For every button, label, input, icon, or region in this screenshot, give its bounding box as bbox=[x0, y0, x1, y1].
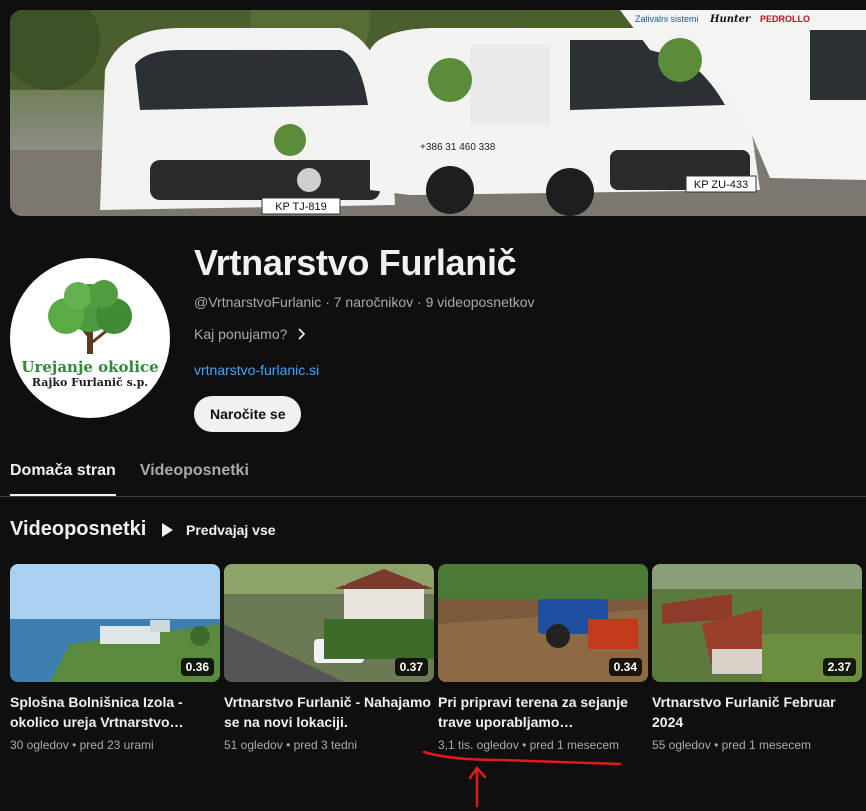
video-card[interactable]: 2.37 Vrtnarstvo Furlanič Februar 2024 55… bbox=[652, 564, 862, 752]
channel-banner: KP TJ-819 UREJANJE OKOLICE KP ZU-433 +38… bbox=[10, 10, 866, 216]
video-title[interactable]: Vrtnarstvo Furlanič - Nahajamo se na nov… bbox=[224, 692, 434, 732]
video-meta: 30 ogledov • pred 23 urami bbox=[10, 738, 220, 752]
video-views: 51 ogledov bbox=[224, 738, 283, 752]
video-meta: 51 ogledov • pred 3 tedni bbox=[224, 738, 434, 752]
video-title[interactable]: Splošna Bolnišnica Izola - okolico ureja… bbox=[10, 692, 220, 732]
tabs-divider bbox=[0, 496, 866, 497]
channel-description-link[interactable]: Kaj ponujamo? bbox=[194, 326, 309, 342]
meta-separator: • bbox=[714, 738, 722, 752]
video-card[interactable]: 0.36 Splošna Bolnišnica Izola - okolico … bbox=[10, 564, 220, 752]
video-thumbnail[interactable]: 2.37 bbox=[652, 564, 862, 682]
video-views: 55 ogledov bbox=[652, 738, 711, 752]
tree-logo-icon bbox=[48, 280, 132, 354]
channel-avatar[interactable]: Urejanje okolice Rajko Furlanič s.p. bbox=[10, 258, 170, 418]
brand-3: PEDROLLO bbox=[760, 14, 810, 24]
video-title[interactable]: Pri pripravi terena za sejanje trave upo… bbox=[438, 692, 648, 732]
meta-separator: • bbox=[72, 738, 80, 752]
play-icon bbox=[162, 523, 173, 537]
channel-handle: @VrtnarstvoFurlanic bbox=[194, 294, 322, 310]
section-title: Videoposnetki bbox=[10, 518, 147, 540]
banner-image: KP TJ-819 UREJANJE OKOLICE KP ZU-433 +38… bbox=[10, 10, 866, 216]
video-thumbnail[interactable]: 0.34 bbox=[438, 564, 648, 682]
video-duration: 2.37 bbox=[822, 658, 856, 676]
channel-meta: @VrtnarstvoFurlanic · 7 naročnikov · 9 v… bbox=[194, 294, 535, 310]
video-age: pred 1 mesecem bbox=[721, 738, 811, 752]
underline-mark bbox=[422, 750, 622, 766]
plate-1: KP TJ-819 bbox=[275, 201, 327, 213]
video-duration: 0.34 bbox=[608, 658, 642, 676]
channel-tabs: Domača stran Videoposnetki bbox=[10, 462, 249, 496]
tab-videos[interactable]: Videoposnetki bbox=[140, 462, 249, 496]
avatar-subtitle: Rajko Furlanič s.p. bbox=[31, 376, 149, 389]
channel-name: Vrtnarstvo Furlanič bbox=[194, 242, 517, 283]
meta-separator: • bbox=[286, 738, 294, 752]
plate-2: KP ZU-433 bbox=[694, 179, 748, 191]
meta-separator: • bbox=[522, 738, 530, 752]
arrow-head bbox=[468, 765, 487, 780]
video-thumbnail[interactable]: 0.37 bbox=[224, 564, 434, 682]
video-age: pred 23 urami bbox=[79, 738, 154, 752]
van-text-1: UREJANJE OKOLICE bbox=[230, 51, 316, 60]
video-thumbnail[interactable]: 0.36 bbox=[10, 564, 220, 682]
meta-separator: · bbox=[325, 294, 334, 310]
video-duration: 0.37 bbox=[394, 658, 428, 676]
video-meta: 3,1 tis. ogledov • pred 1 mesecem bbox=[438, 738, 648, 752]
video-duration: 0.36 bbox=[180, 658, 214, 676]
video-views: 30 ogledov bbox=[10, 738, 69, 752]
video-meta: 55 ogledov • pred 1 mesecem bbox=[652, 738, 862, 752]
brand-2: Hunter bbox=[709, 14, 751, 25]
brand-1: Zalivalni sistemi bbox=[635, 14, 699, 24]
video-title[interactable]: Vrtnarstvo Furlanič Februar 2024 bbox=[652, 692, 862, 732]
channel-website-link[interactable]: vrtnarstvo-furlanic.si bbox=[194, 362, 319, 378]
tab-home[interactable]: Domača stran bbox=[10, 462, 116, 496]
meta-separator: · bbox=[417, 294, 426, 310]
description-label: Kaj ponujamo? bbox=[194, 326, 288, 342]
video-age: pred 3 tedni bbox=[293, 738, 357, 752]
play-all-label: Predvajaj vse bbox=[186, 522, 276, 538]
van-text-2: +386 31 460 338 bbox=[420, 142, 496, 153]
video-views: 3,1 tis. ogledov bbox=[438, 738, 519, 752]
avatar-title: Urejanje okolice bbox=[21, 358, 159, 376]
video-card[interactable]: 0.37 Vrtnarstvo Furlanič - Nahajamo se n… bbox=[224, 564, 434, 752]
video-age: pred 1 mesecem bbox=[529, 738, 619, 752]
subscribe-button[interactable]: Naročite se bbox=[194, 396, 302, 432]
chevron-right-icon bbox=[298, 328, 306, 340]
subscriber-count: 7 naročnikov bbox=[333, 294, 414, 310]
play-all-button[interactable]: Predvajaj vse bbox=[160, 518, 276, 542]
video-card[interactable]: 0.34 Pri pripravi terena za sejanje trav… bbox=[438, 564, 648, 752]
video-count: 9 videoposnetkov bbox=[425, 294, 535, 310]
